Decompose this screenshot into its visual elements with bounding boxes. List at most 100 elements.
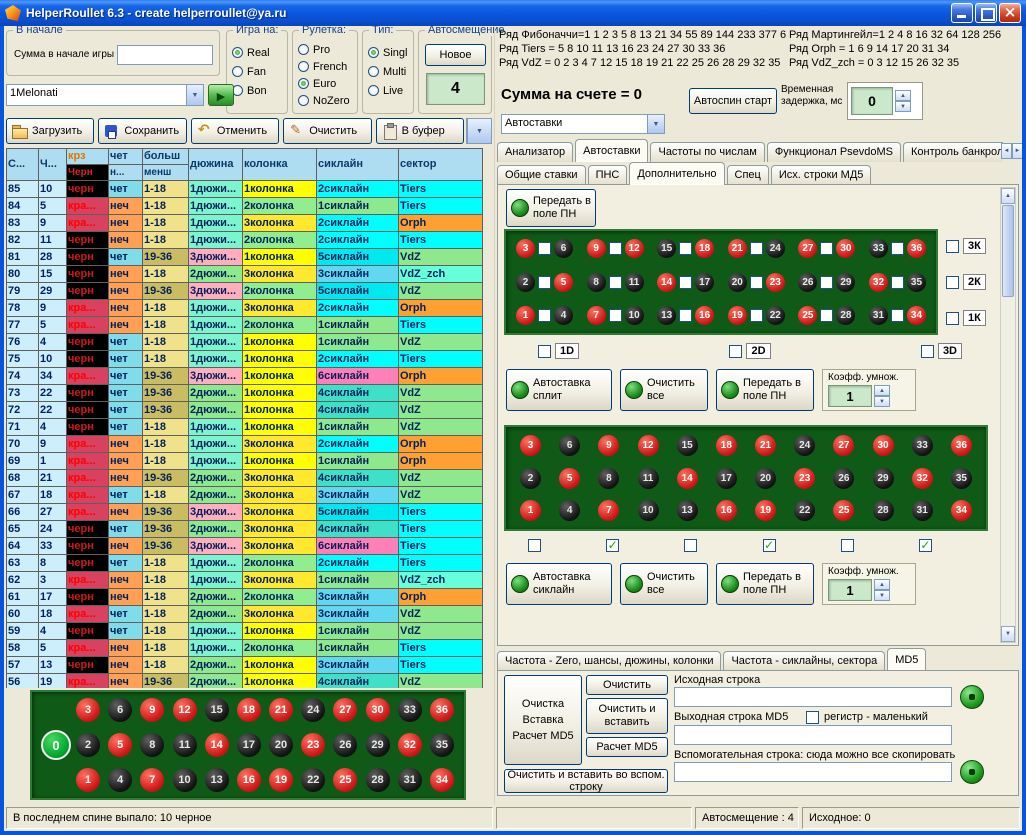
number-12[interactable]: 12 <box>173 698 197 722</box>
number-17[interactable]: 17 <box>695 273 714 292</box>
number-15[interactable]: 15 <box>657 239 676 258</box>
number-25[interactable]: 25 <box>333 768 357 792</box>
clear-all-splits-button[interactable]: Очистить все <box>620 369 708 411</box>
split-check-33-36[interactable] <box>891 242 904 255</box>
spin-row[interactable]: 6524чернчет19-362дюжи...3колонка4сиклайн… <box>7 521 483 538</box>
column-header-7[interactable]: колонка <box>243 149 317 181</box>
number-27[interactable]: 27 <box>333 698 357 722</box>
split-check-27-30[interactable] <box>820 242 833 255</box>
number-14[interactable]: 14 <box>205 733 229 757</box>
main-tab-5[interactable]: Контроль банкрол <box>903 142 1003 162</box>
number-31[interactable]: 31 <box>398 768 422 792</box>
number-18[interactable]: 18 <box>237 698 261 722</box>
md5-aux-input[interactable] <box>674 762 952 782</box>
number-35[interactable]: 35 <box>907 273 926 292</box>
check-2D[interactable] <box>729 345 742 358</box>
delay-spinner[interactable] <box>895 90 911 112</box>
sixline-coef-spinner[interactable] <box>874 579 890 601</box>
spin-row[interactable]: 585кра...неч1-181дюжи...2колонка1сиклайн… <box>7 640 483 657</box>
number-22[interactable]: 22 <box>766 306 785 325</box>
autobet-split-button[interactable]: Автоставка сплит <box>506 369 612 411</box>
column-header-8[interactable]: сиклайн <box>317 149 399 181</box>
spin-up-icon[interactable] <box>874 579 890 590</box>
md5-clear-paste-button[interactable]: Очистить и вставить <box>586 698 668 734</box>
scroll-down-button[interactable] <box>1001 626 1015 642</box>
sub-tab-5[interactable]: Исх. строки МД5 <box>771 165 872 185</box>
toolbar-dropdown[interactable] <box>466 118 492 144</box>
number-24[interactable]: 24 <box>766 239 785 258</box>
spin-row[interactable]: 6018кра...чет1-182дюжи...3колонка3сиклай… <box>7 606 483 623</box>
split-check-1-4[interactable] <box>538 309 551 322</box>
main-tab-1[interactable]: Анализатор <box>497 142 573 162</box>
main-tab-3[interactable]: Частоты по числам <box>650 142 764 162</box>
radio-option-Euro[interactable]: Euro <box>298 75 352 92</box>
number-5[interactable]: 5 <box>554 273 573 292</box>
number-21[interactable]: 21 <box>728 239 747 258</box>
spin-row[interactable]: 5619кра...неч19-362дюжи...1колонка4сикла… <box>7 674 483 689</box>
sub-tab-3[interactable]: Дополнительно <box>629 162 724 185</box>
number-3[interactable]: 3 <box>516 239 535 258</box>
number-31[interactable]: 31 <box>869 306 888 325</box>
sixline-check-5[interactable] <box>841 539 854 552</box>
number-32[interactable]: 32 <box>912 468 933 489</box>
number-23[interactable]: 23 <box>766 273 785 292</box>
number-13[interactable]: 13 <box>677 500 698 521</box>
split-coef-spinner[interactable] <box>874 385 890 407</box>
number-25[interactable]: 25 <box>833 500 854 521</box>
autobet-combo[interactable]: Автоставки <box>501 114 665 134</box>
scroll-thumb[interactable] <box>1002 205 1014 297</box>
number-35[interactable]: 35 <box>951 468 972 489</box>
freq-tab-1[interactable]: Частота - Zero, шансы, дюжины, колонки <box>497 651 721 670</box>
check-1D[interactable] <box>538 345 551 358</box>
spin-up-icon[interactable] <box>895 90 911 101</box>
split-check-9-12[interactable] <box>609 242 622 255</box>
spin-row[interactable]: 6718кра...чет1-182дюжи...3колонка3сиклай… <box>7 487 483 504</box>
spin-row[interactable]: 623кра...неч1-181дюжи...3колонка1сиклайн… <box>7 572 483 589</box>
number-17[interactable]: 17 <box>237 733 261 757</box>
number-28[interactable]: 28 <box>366 768 390 792</box>
number-11[interactable]: 11 <box>173 733 197 757</box>
spin-row[interactable]: 839кра...неч1-181дюжи...3колонка2сиклайн… <box>7 215 483 232</box>
number-8[interactable]: 8 <box>598 468 619 489</box>
spin-row[interactable]: 6821кра...неч19-362дюжи...3колонка4сикла… <box>7 470 483 487</box>
number-34[interactable]: 34 <box>430 768 454 792</box>
sub-tab-4[interactable]: Спец <box>727 165 769 185</box>
number-12[interactable]: 12 <box>625 239 644 258</box>
number-8[interactable]: 8 <box>140 733 164 757</box>
md5-calc-button[interactable]: Расчет MD5 <box>586 737 668 757</box>
split-check-7-10[interactable] <box>609 309 622 322</box>
toolbar-undo-button[interactable]: Отменить <box>191 118 279 144</box>
number-14[interactable]: 14 <box>657 273 676 292</box>
number-20[interactable]: 20 <box>728 273 747 292</box>
spin-row[interactable]: 8510чернчет1-181дюжи...1колонка2сиклайнT… <box>7 181 483 198</box>
number-4[interactable]: 4 <box>559 500 580 521</box>
number-21[interactable]: 21 <box>269 698 293 722</box>
sixline-check-3[interactable] <box>684 539 697 552</box>
number-2[interactable]: 2 <box>516 273 535 292</box>
number-16[interactable]: 16 <box>237 768 261 792</box>
number-1[interactable]: 1 <box>520 500 541 521</box>
toolbar-save-disk-button[interactable]: Сохранить <box>98 118 186 144</box>
number-20[interactable]: 20 <box>755 468 776 489</box>
number-8[interactable]: 8 <box>587 273 606 292</box>
toolbar-clipboard-button[interactable]: В буфер <box>376 118 464 144</box>
md5-source-input[interactable] <box>674 687 952 707</box>
toolbar-clean-button[interactable]: Очистить <box>283 118 371 144</box>
number-1[interactable]: 1 <box>516 306 535 325</box>
number-24[interactable]: 24 <box>794 435 815 456</box>
number-2[interactable]: 2 <box>76 733 100 757</box>
number-24[interactable]: 24 <box>301 698 325 722</box>
number-31[interactable]: 31 <box>912 500 933 521</box>
spin-row[interactable]: 775кра...неч1-181дюжи...2колонка1сиклайн… <box>7 317 483 334</box>
column-header-6[interactable]: дюжина <box>189 149 243 181</box>
split-check-14-17[interactable] <box>679 276 692 289</box>
number-36[interactable]: 36 <box>951 435 972 456</box>
number-28[interactable]: 28 <box>873 500 894 521</box>
number-2[interactable]: 2 <box>520 468 541 489</box>
main-tab-2[interactable]: Автоставки <box>575 139 648 162</box>
spin-row[interactable]: 691кра...неч1-181дюжи...1колонка1сиклайн… <box>7 453 483 470</box>
number-6[interactable]: 6 <box>108 698 132 722</box>
split-check-26-29[interactable] <box>820 276 833 289</box>
number-7[interactable]: 7 <box>598 500 619 521</box>
spin-down-icon[interactable] <box>874 590 890 601</box>
